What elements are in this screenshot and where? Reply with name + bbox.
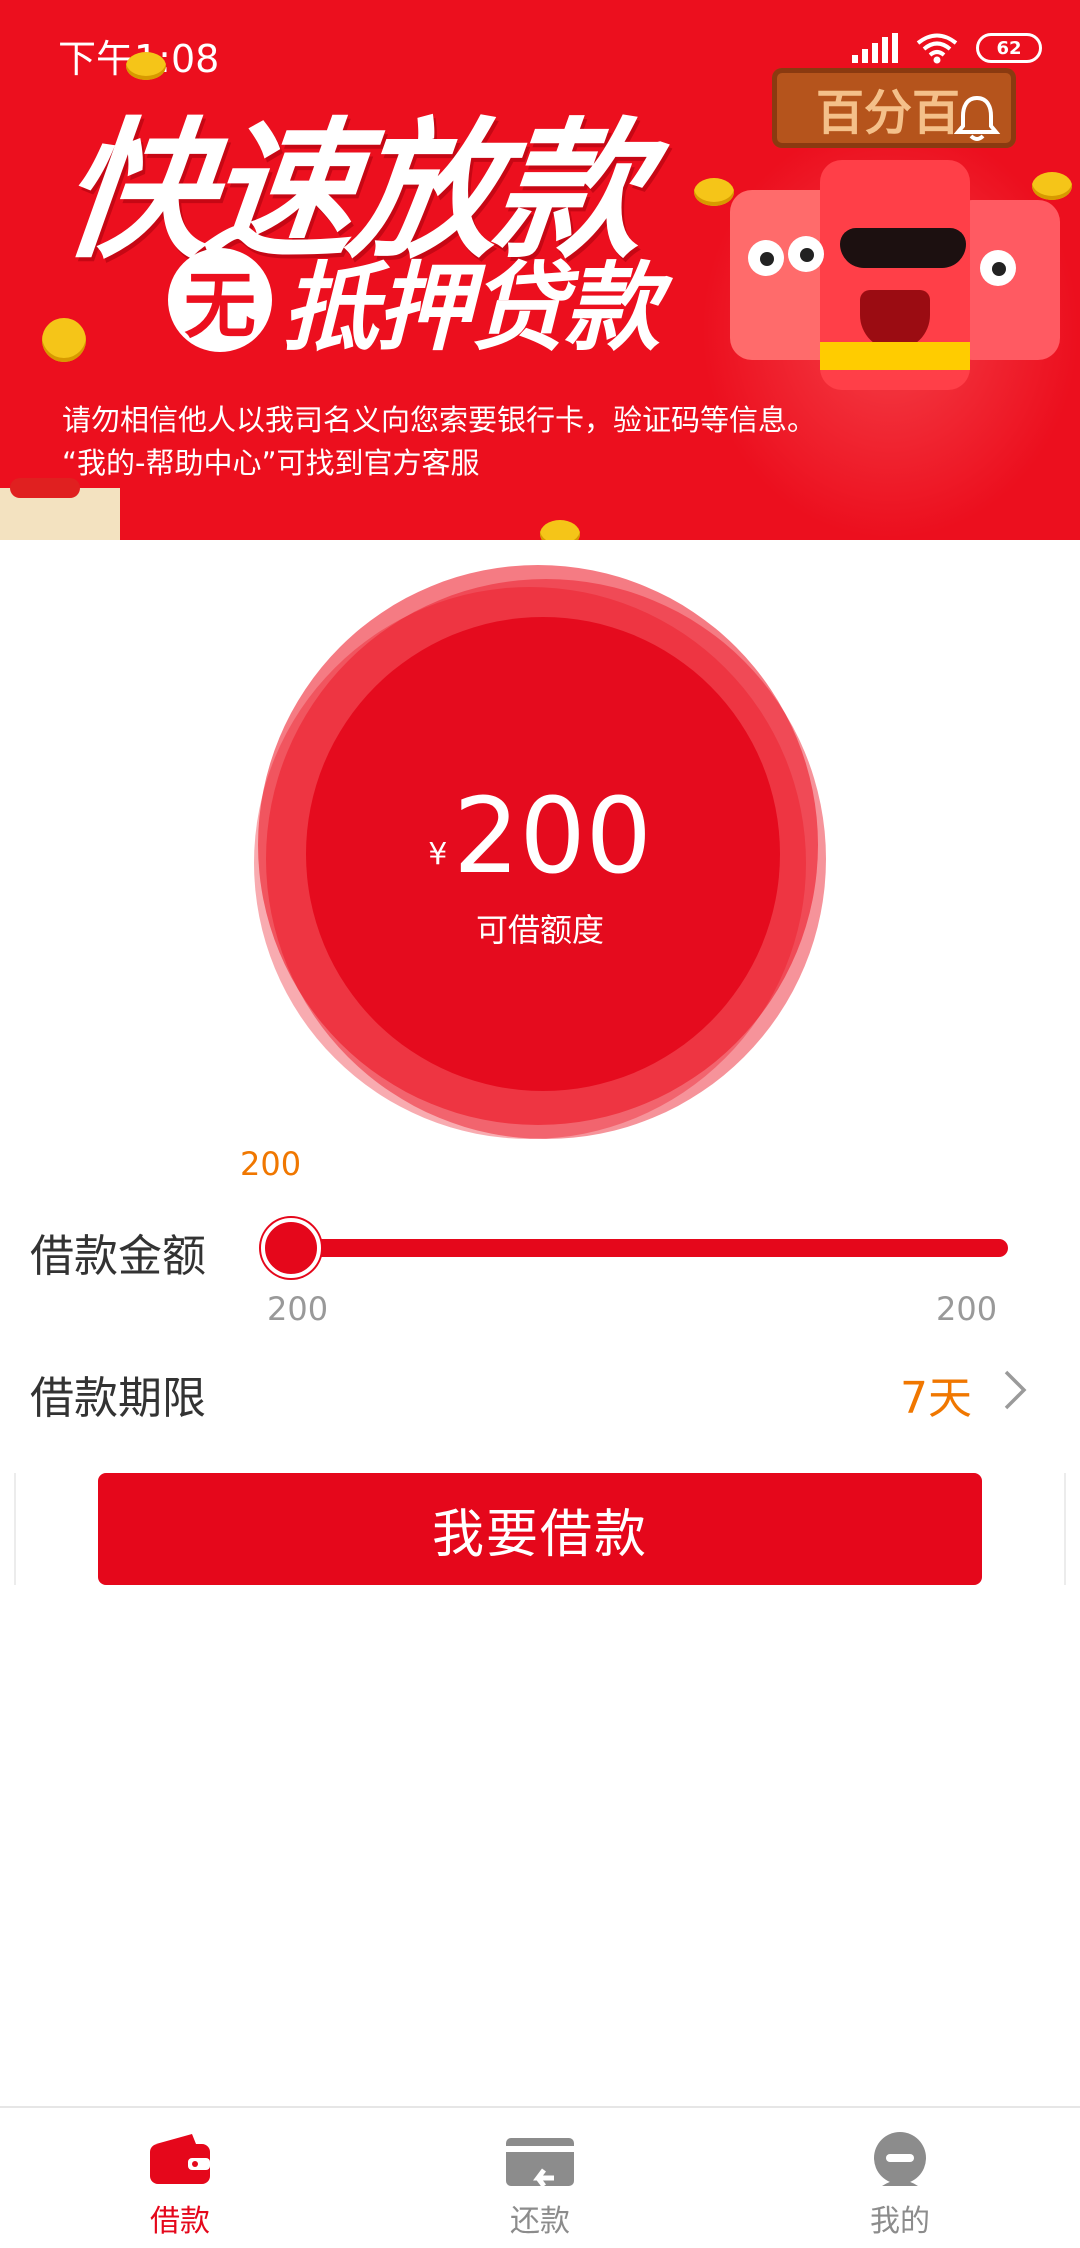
coin-icon bbox=[1032, 172, 1072, 200]
loan-term-value[interactable]: 7天 bbox=[900, 1362, 972, 1426]
wallet-icon bbox=[150, 2134, 210, 2184]
bell-icon[interactable] bbox=[950, 92, 1004, 146]
loan-term-label: 借款期限 bbox=[30, 1373, 206, 1424]
banner-badge: 无 bbox=[168, 247, 272, 352]
sunglasses-decoration bbox=[840, 228, 966, 268]
credit-amount: ¥200 bbox=[250, 775, 830, 897]
credit-amount-label: 可借额度 bbox=[475, 911, 604, 949]
coin-icon bbox=[694, 178, 734, 206]
gift-box-decoration bbox=[0, 478, 120, 540]
security-notice-line2: “我的-帮助中心”可找到官方客服 bbox=[62, 446, 480, 480]
profile-icon bbox=[874, 2132, 926, 2186]
tab-borrow-label: 借款 bbox=[150, 2204, 210, 2239]
banner-subheadline-row: 无 抵押贷款 bbox=[168, 230, 660, 369]
wifi-icon bbox=[916, 33, 958, 64]
slider-max-label: 200 bbox=[936, 1290, 998, 1328]
currency-symbol: ¥ bbox=[428, 837, 448, 872]
credit-amount-value: 200 bbox=[453, 775, 652, 897]
mascot-eye bbox=[980, 250, 1016, 286]
tab-mine-label: 我的 bbox=[870, 2204, 930, 2239]
security-notice-line1: 请勿相信他人以我司名义向您索要银行卡，验证码等信息。 bbox=[62, 403, 817, 437]
coin-icon bbox=[126, 52, 166, 80]
coin-icon bbox=[540, 520, 580, 540]
borrow-button[interactable]: 我要借款 bbox=[98, 1473, 982, 1585]
battery-icon: 62 bbox=[976, 33, 1042, 63]
slider-min-label: 200 bbox=[267, 1290, 329, 1328]
mascot-belt bbox=[820, 342, 970, 370]
mascot-eye bbox=[788, 236, 824, 272]
slider-current-value: 200 bbox=[240, 1145, 302, 1183]
loan-amount-slider-thumb[interactable] bbox=[261, 1218, 321, 1278]
loan-home-screen: 下午1:08 62 快速放款 无 抵押贷款 百分百 bbox=[0, 0, 1080, 2248]
status-icons: 62 bbox=[852, 32, 1042, 64]
coin-icon bbox=[42, 318, 86, 362]
tab-repay-label: 还款 bbox=[510, 2204, 570, 2239]
tab-repay[interactable]: 还款 bbox=[360, 2108, 720, 2248]
tab-borrow[interactable]: 借款 bbox=[0, 2108, 360, 2248]
repay-card-icon bbox=[506, 2138, 574, 2188]
chevron-right-icon[interactable] bbox=[1000, 1368, 1030, 1412]
bottom-tab-bar: 借款 还款 我的 bbox=[0, 2106, 1080, 2248]
credit-limit-circle: ¥200 可借额度 bbox=[250, 565, 830, 1145]
promo-banner[interactable]: 下午1:08 62 快速放款 无 抵押贷款 百分百 bbox=[0, 0, 1080, 540]
banner-subheadline: 抵押贷款 bbox=[282, 252, 660, 364]
mascot-eye bbox=[748, 240, 784, 276]
loan-amount-label: 借款金额 bbox=[30, 1231, 206, 1282]
signal-icon bbox=[852, 33, 898, 63]
tab-mine[interactable]: 我的 bbox=[720, 2108, 1080, 2248]
loan-amount-slider-track[interactable] bbox=[290, 1239, 1008, 1257]
